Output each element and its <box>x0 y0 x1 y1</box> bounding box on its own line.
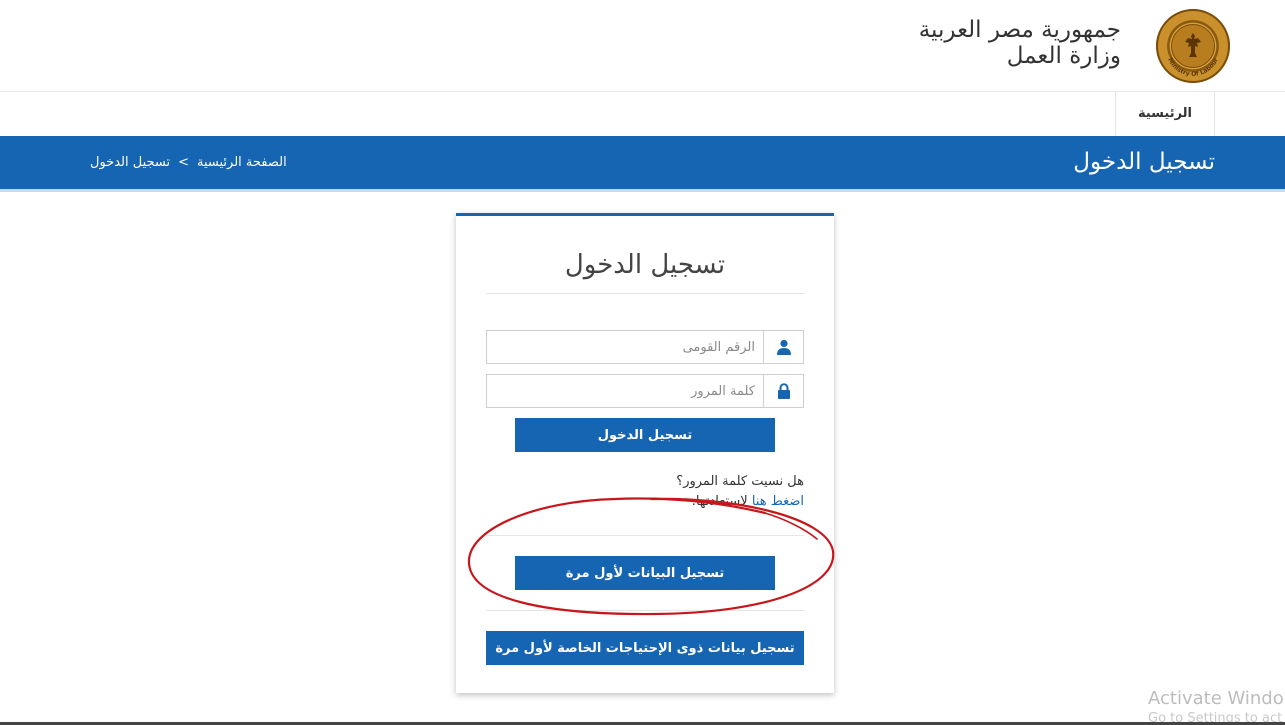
forgot-password-question: هل نسيت كلمة المرور؟ <box>676 474 804 489</box>
country-name: جمهورية مصر العربية <box>918 17 1121 43</box>
password-input[interactable] <box>487 375 763 407</box>
forgot-password-rest: لاستعادتها. <box>691 494 752 509</box>
user-icon <box>777 339 791 355</box>
forgot-password-line: اضغط هنا لاستعادتها. <box>692 494 804 509</box>
register-first-time-button[interactable]: تسجيل البيانات لأول مرة <box>515 556 775 590</box>
national-id-group <box>486 330 804 364</box>
breadcrumb-home[interactable]: الصفحة الرئيسية <box>197 155 287 170</box>
ministry-logo[interactable]: Ministry Of Labour <box>1156 9 1230 83</box>
breadcrumb-separator: > <box>178 155 190 170</box>
login-card: تسجيل الدخول تسجيل الدخول هل نسيت كلمة ا… <box>456 213 834 693</box>
forgot-password-link[interactable]: اضغط هنا <box>752 494 804 509</box>
register-divider <box>486 610 804 611</box>
password-group <box>486 374 804 408</box>
nav-home-link[interactable]: الرئيسية <box>1115 92 1215 136</box>
password-addon <box>763 375 803 407</box>
title-divider <box>486 293 804 294</box>
register-special-needs-button[interactable]: تسجيل بيانات ذوى الإحتياجات الخاصة لأول … <box>486 631 804 665</box>
breadcrumb: الصفحة الرئيسية > تسجيل الدخول <box>90 154 287 172</box>
main-nav: الرئيسية <box>0 92 1285 136</box>
breadcrumb-current: تسجيل الدخول <box>90 155 171 170</box>
lock-icon <box>778 383 790 399</box>
login-button[interactable]: تسجيل الدخول <box>515 418 775 452</box>
forgot-divider <box>486 535 804 536</box>
national-id-input[interactable] <box>487 331 763 363</box>
page-banner: تسجيل الدخول الصفحة الرئيسية > تسجيل الدخو… <box>0 136 1285 192</box>
national-id-addon <box>763 331 803 363</box>
ministry-name: وزارة العمل <box>1006 43 1121 69</box>
activate-windows-title: Activate Windo <box>1148 688 1284 709</box>
page-title: تسجيل الدخول <box>1073 149 1215 175</box>
login-title: تسجيل الدخول <box>564 250 726 280</box>
eagle-icon <box>1185 33 1201 57</box>
site-header: Ministry Of Labour جمهورية مصر العربية و… <box>0 0 1285 92</box>
